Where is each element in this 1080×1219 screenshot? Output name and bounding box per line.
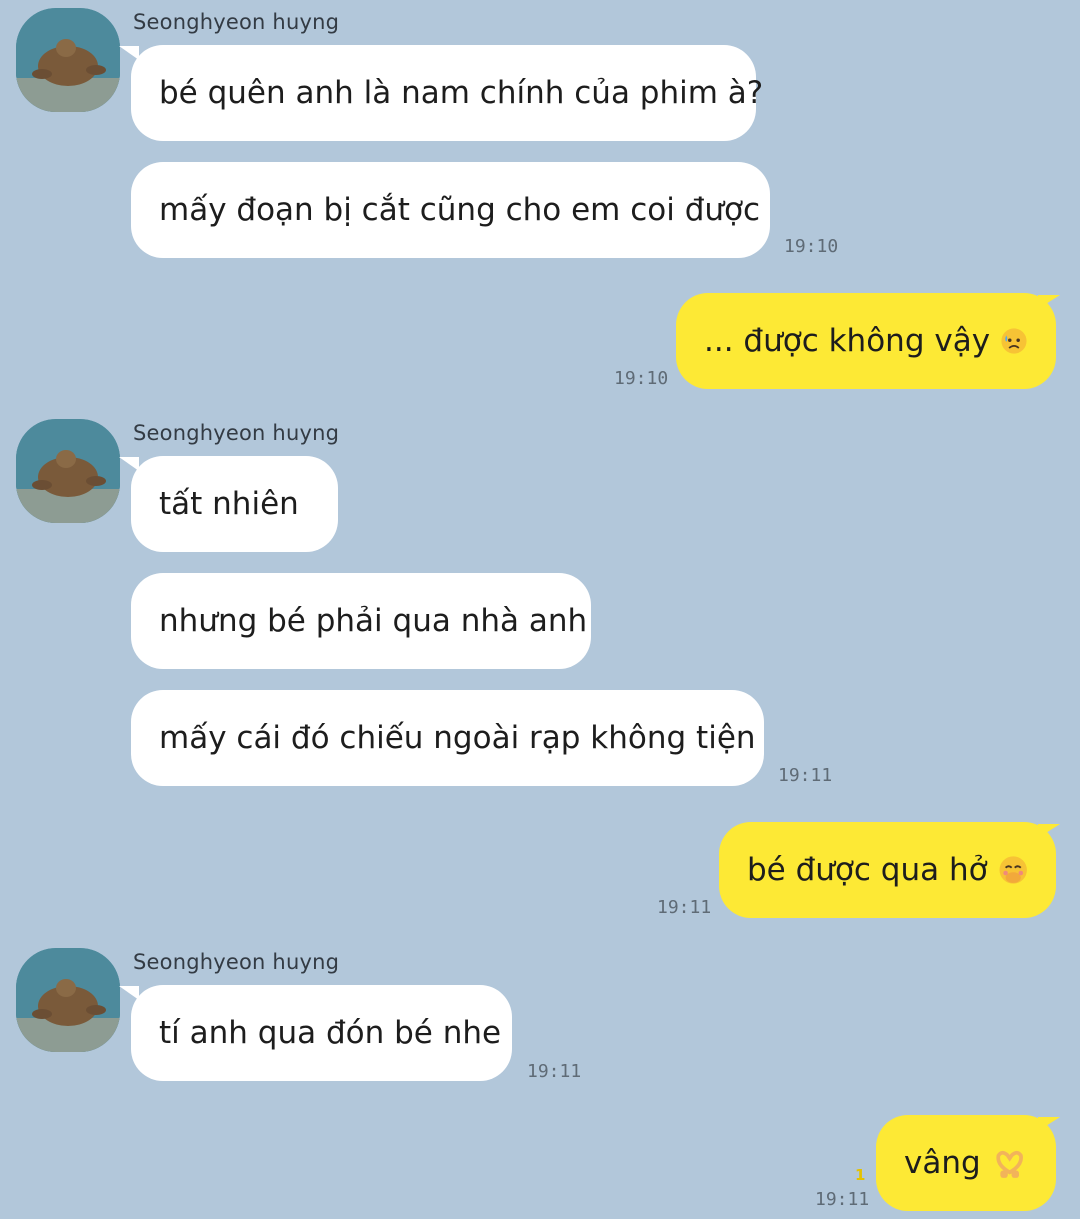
turtle-photo-icon <box>16 419 120 523</box>
sender-avatar[interactable] <box>16 948 120 1052</box>
message-text: mấy cái đó chiếu ngoài rạp không tiện <box>159 720 756 756</box>
message-text: nhưng bé phải qua nhà anh <box>159 603 588 639</box>
message-timestamp: 19:10 <box>784 236 839 257</box>
outgoing-message-bubble[interactable]: bé được qua hở <box>719 822 1056 918</box>
outgoing-message-bubble[interactable]: ... được không vậy <box>676 293 1056 389</box>
incoming-message-bubble[interactable]: bé quên anh là nam chính của phim à? <box>131 45 763 141</box>
incoming-message-bubble[interactable]: tất nhiên <box>131 456 338 552</box>
incoming-message-bubble[interactable]: mấy cái đó chiếu ngoài rạp không tiện <box>131 690 764 786</box>
message-text: tí anh qua đón bé nhe <box>159 1015 502 1051</box>
sender-name: Seonghyeon huyng <box>133 950 340 974</box>
hand-over-mouth-emoji-icon <box>999 856 1027 884</box>
message-timestamp: 19:11 <box>815 1189 870 1210</box>
heart-hands-emoji-icon <box>996 1150 1023 1178</box>
outgoing-message-bubble[interactable]: vâng <box>876 1115 1056 1211</box>
incoming-message-bubble[interactable]: mấy đoạn bị cắt cũng cho em coi được <box>131 162 770 258</box>
unread-count-badge: 1 <box>855 1166 866 1184</box>
turtle-photo-icon <box>16 8 120 112</box>
message-text: tất nhiên <box>159 486 299 522</box>
sender-name: Seonghyeon huyng <box>133 10 340 34</box>
message-text: mấy đoạn bị cắt cũng cho em coi được <box>159 192 761 228</box>
message-text: bé quên anh là nam chính của phim à? <box>159 75 764 111</box>
sender-avatar[interactable] <box>16 419 120 523</box>
message-timestamp: 19:11 <box>778 765 833 786</box>
sender-avatar[interactable] <box>16 8 120 112</box>
message-timestamp: 19:11 <box>527 1061 582 1082</box>
message-text: ... được không vậy <box>704 323 991 359</box>
turtle-photo-icon <box>16 948 120 1052</box>
incoming-message-bubble[interactable]: nhưng bé phải qua nhà anh <box>131 573 591 669</box>
message-timestamp: 19:10 <box>614 368 669 389</box>
sad-sweat-emoji-icon <box>1001 328 1027 354</box>
message-text: bé được qua hở <box>747 852 988 888</box>
incoming-message-bubble[interactable]: tí anh qua đón bé nhe <box>131 985 512 1081</box>
sender-name: Seonghyeon huyng <box>133 421 340 445</box>
message-timestamp: 19:11 <box>657 897 712 918</box>
message-text: vâng <box>904 1145 981 1181</box>
chat-view[interactable]: Seonghyeon huyng bé quên anh là nam chín… <box>0 0 1080 1219</box>
